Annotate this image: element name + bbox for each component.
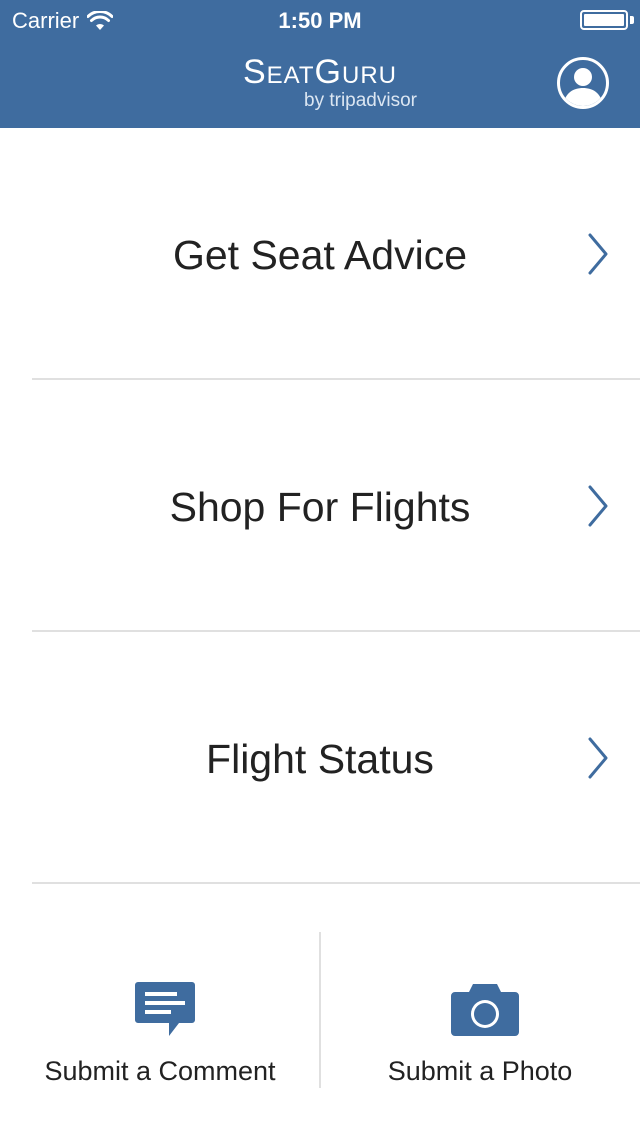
status-time: 1:50 PM xyxy=(278,8,362,33)
logo-sub-text: by tripadvisor xyxy=(304,90,417,111)
chevron-right-icon xyxy=(588,485,608,527)
menu-item-shop-for-flights[interactable]: Shop For Flights xyxy=(0,380,640,632)
menu-item-get-seat-advice[interactable]: Get Seat Advice xyxy=(0,128,640,380)
main-menu: Get Seat Advice Shop For Flights Flight … xyxy=(0,128,640,884)
menu-item-label: Get Seat Advice xyxy=(172,232,467,278)
camera-icon xyxy=(451,984,519,1036)
submit-comment-button[interactable]: Submit a Comment xyxy=(0,884,320,1136)
submit-photo-button[interactable]: Submit a Photo xyxy=(320,884,640,1136)
app-header: Carrier 1:50 PM SeatGuru by tripadvisor xyxy=(0,0,640,128)
menu-item-flight-status[interactable]: Flight Status xyxy=(0,632,640,884)
status-bar: Carrier 1:50 PM xyxy=(0,0,640,40)
seatguru-logo: SeatGuru by tripadvisor xyxy=(0,53,640,111)
profile-icon xyxy=(563,68,603,106)
menu-item-label: Flight Status xyxy=(206,736,434,782)
battery-icon xyxy=(580,10,628,30)
chevron-right-icon xyxy=(588,233,608,275)
bottom-actions: Submit a Comment Submit a Photo xyxy=(0,884,640,1136)
profile-button[interactable] xyxy=(557,57,609,109)
logo-main-text: SeatGuru xyxy=(242,53,397,91)
submit-photo-label: Submit a Photo xyxy=(387,1056,573,1086)
chevron-right-icon xyxy=(588,737,608,779)
comment-icon xyxy=(135,982,195,1036)
menu-item-label: Shop For Flights xyxy=(169,484,471,530)
submit-comment-label: Submit a Comment xyxy=(44,1056,276,1086)
